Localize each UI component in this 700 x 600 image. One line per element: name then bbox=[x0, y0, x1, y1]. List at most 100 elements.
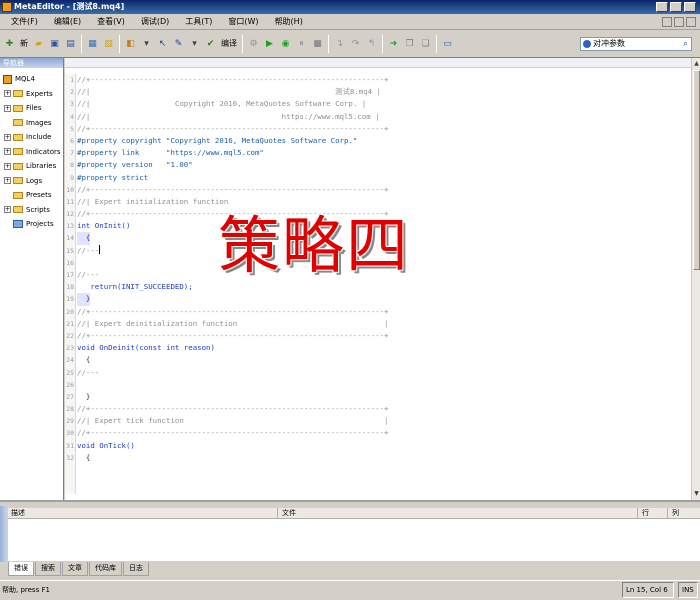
code-line[interactable]: 22//+-----------------------------------… bbox=[65, 330, 687, 342]
scroll-thumb[interactable] bbox=[693, 70, 700, 270]
line-number: 27 bbox=[66, 392, 74, 401]
column-file[interactable]: 文件 bbox=[278, 508, 638, 518]
doc-close-button[interactable] bbox=[686, 16, 696, 27]
scroll-up-icon[interactable]: ▲ bbox=[693, 60, 700, 68]
column-description[interactable]: 描述 bbox=[8, 508, 278, 518]
code-line[interactable]: 27 } bbox=[65, 391, 687, 403]
debug-settings-icon[interactable]: ⚙ bbox=[246, 36, 261, 51]
tree-item-libraries[interactable]: + Libraries bbox=[0, 159, 63, 174]
tree-item-scripts[interactable]: + Scripts bbox=[0, 203, 63, 218]
cursor-icon[interactable]: ↖ bbox=[155, 36, 170, 51]
new-button[interactable]: 新 bbox=[18, 38, 30, 49]
tab-search[interactable]: 搜索 bbox=[35, 562, 61, 576]
code-line[interactable]: 26 bbox=[65, 379, 687, 391]
column-column[interactable]: 列 bbox=[668, 508, 700, 518]
dropdown-2-icon[interactable]: ▾ bbox=[187, 36, 202, 51]
code-line[interactable]: 6 #property copyright "Copyright 2016, Me… bbox=[65, 135, 687, 147]
expand-icon[interactable]: + bbox=[4, 177, 11, 185]
terminal-icon[interactable]: ▭ bbox=[440, 36, 455, 51]
menu-debug[interactable]: 调试(D) bbox=[132, 14, 176, 30]
code-line[interactable]: 20//+-----------------------------------… bbox=[65, 306, 687, 318]
minimize-button[interactable] bbox=[656, 2, 668, 12]
copy-icon[interactable]: ❐ bbox=[402, 36, 417, 51]
tree-item-include[interactable]: + Include bbox=[0, 130, 63, 145]
search-icon[interactable]: ⌕ bbox=[683, 38, 688, 50]
code-line[interactable]: 19 } bbox=[65, 293, 687, 306]
expand-icon[interactable]: + bbox=[4, 206, 11, 214]
column-line[interactable]: 行 bbox=[638, 508, 668, 518]
step-into-icon[interactable]: ↴ bbox=[332, 36, 347, 51]
new-file-icon[interactable]: ✚ bbox=[2, 36, 17, 51]
start-debug-icon[interactable]: ▶ bbox=[262, 36, 277, 51]
code-line[interactable]: 32 { bbox=[65, 452, 687, 464]
menu-window[interactable]: 窗口(W) bbox=[219, 14, 265, 30]
step-over-icon[interactable]: ↷ bbox=[348, 36, 363, 51]
stop-debug-icon[interactable]: ■ bbox=[310, 36, 325, 51]
tree-item-experts[interactable]: + Experts bbox=[0, 87, 63, 102]
code-line[interactable]: 30//+-----------------------------------… bbox=[65, 427, 687, 439]
code-line[interactable]: 24 { bbox=[65, 354, 687, 366]
code-line[interactable]: 1//+------------------------------------… bbox=[65, 74, 687, 86]
code-line[interactable]: 5//+------------------------------------… bbox=[65, 123, 687, 135]
menu-file[interactable]: 文件(F) bbox=[2, 14, 45, 30]
code-line[interactable]: 31 void OnTick() bbox=[65, 440, 687, 452]
line-number: 5 bbox=[70, 124, 74, 133]
tab-articles[interactable]: 文章 bbox=[62, 562, 88, 576]
tab-journal[interactable]: 日志 bbox=[123, 562, 149, 576]
tree-item-indicators[interactable]: + Indicators bbox=[0, 145, 63, 160]
compile-icon[interactable]: ✔ bbox=[203, 36, 218, 51]
menu-view[interactable]: 查看(V) bbox=[88, 14, 132, 30]
tree-item-root[interactable]: MQL4 bbox=[0, 72, 63, 87]
dropdown-icon[interactable]: ▾ bbox=[139, 36, 154, 51]
tree-item-images[interactable]: Images bbox=[0, 116, 63, 131]
compile-button[interactable]: 编译 bbox=[219, 38, 239, 49]
expand-icon[interactable]: + bbox=[4, 133, 11, 141]
code-line[interactable]: 21//| Expert deinitialization function | bbox=[65, 318, 687, 330]
vertical-scrollbar[interactable]: ▲ ▼ bbox=[691, 58, 700, 500]
code-line[interactable]: 28//+-----------------------------------… bbox=[65, 403, 687, 415]
expand-icon[interactable]: + bbox=[4, 104, 11, 112]
maximize-button[interactable] bbox=[670, 2, 682, 12]
expand-icon[interactable]: + bbox=[4, 162, 11, 170]
doc-restore-button[interactable] bbox=[674, 16, 684, 27]
code-line[interactable]: 2//| 测试8.mq4 | bbox=[65, 86, 687, 98]
code-line[interactable]: 29//| Expert tick function | bbox=[65, 415, 687, 427]
menu-tools[interactable]: 工具(T) bbox=[176, 14, 219, 30]
navigator-panel: 导航器 MQL4 + Experts + Files Images + Include… bbox=[0, 58, 64, 500]
code-line[interactable]: 8 #property version "1.00" bbox=[65, 159, 687, 171]
continue-debug-icon[interactable]: ◉ bbox=[278, 36, 293, 51]
tree-item-presets[interactable]: Presets bbox=[0, 188, 63, 203]
code-line[interactable]: 9 #property strict bbox=[65, 172, 687, 184]
menu-edit[interactable]: 编辑(E) bbox=[45, 14, 88, 30]
scroll-down-icon[interactable]: ▼ bbox=[693, 490, 700, 498]
toolbox-toggle-icon[interactable]: ▧ bbox=[101, 36, 116, 51]
expand-icon[interactable]: + bbox=[4, 148, 11, 156]
tree-item-projects[interactable]: Projects bbox=[0, 217, 63, 232]
doc-minimize-button[interactable] bbox=[662, 16, 672, 27]
open-folder-icon[interactable]: ▰ bbox=[31, 36, 46, 51]
code-line[interactable]: 10//+-----------------------------------… bbox=[65, 184, 687, 196]
code-line[interactable]: 7 #property link "https://www.mql5.com" bbox=[65, 147, 687, 159]
styler-icon[interactable]: ◧ bbox=[123, 36, 138, 51]
toolbox-list bbox=[8, 519, 700, 561]
close-button[interactable] bbox=[684, 2, 696, 12]
code-line[interactable]: 4//| https://www.mql5.com | bbox=[65, 111, 687, 123]
menu-help[interactable]: 帮助(H) bbox=[266, 14, 310, 30]
tree-item-logs[interactable]: + Logs bbox=[0, 174, 63, 189]
code-line[interactable]: 23 void OnDeinit(const int reason) bbox=[65, 342, 687, 354]
tree-item-files[interactable]: + Files bbox=[0, 101, 63, 116]
search-input[interactable]: 对冲参数 ⌕ bbox=[580, 37, 692, 51]
go-icon[interactable]: ➜ bbox=[386, 36, 401, 51]
code-line[interactable]: 25//--- bbox=[65, 367, 687, 379]
save-all-icon[interactable]: ▤ bbox=[63, 36, 78, 51]
tab-codebase[interactable]: 代码库 bbox=[89, 562, 122, 576]
pause-debug-icon[interactable]: ⏸ bbox=[294, 36, 309, 51]
step-out-icon[interactable]: ↰ bbox=[364, 36, 379, 51]
navigator-toggle-icon[interactable]: ▦ bbox=[85, 36, 100, 51]
save-icon[interactable]: ▣ bbox=[47, 36, 62, 51]
tab-errors[interactable]: 错误 bbox=[8, 562, 34, 576]
expand-icon[interactable]: + bbox=[4, 90, 11, 98]
paste-icon[interactable]: ❏ bbox=[418, 36, 433, 51]
code-line[interactable]: 3//| Copyright 2016, MetaQuotes Software… bbox=[65, 98, 687, 110]
script-icon[interactable]: ✎ bbox=[171, 36, 186, 51]
